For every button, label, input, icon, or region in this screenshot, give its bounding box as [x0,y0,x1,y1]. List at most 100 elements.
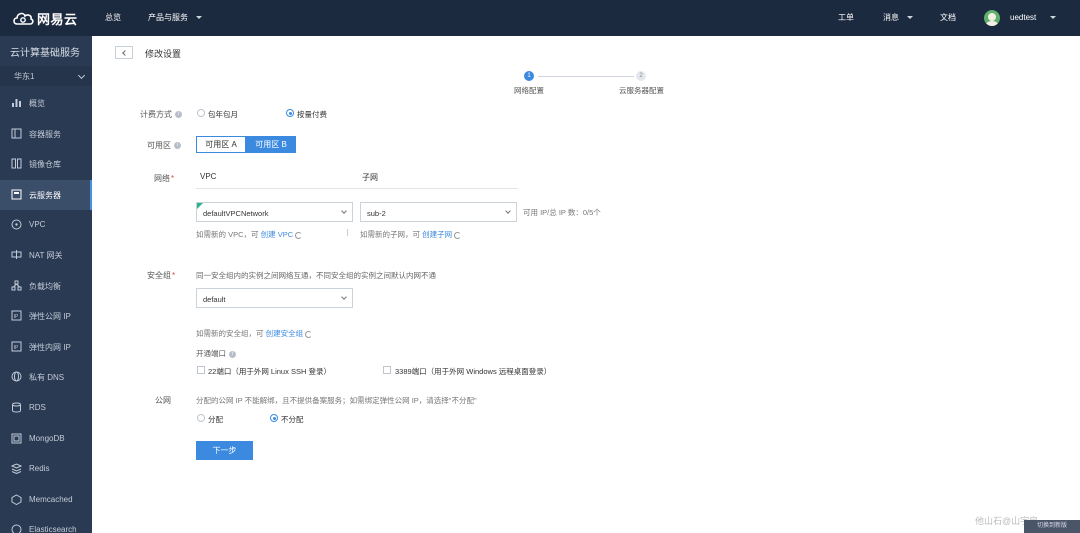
sidebar-item-nat[interactable]: NAT 网关 [0,240,92,270]
sidebar-title: 云计算基础服务 [10,48,80,59]
user-menu[interactable]: uedtest [1010,0,1057,36]
chevron-down-icon [907,16,913,20]
subnet-select-value: sub-2 [367,209,386,218]
sidebar-item-rds[interactable]: RDS [0,393,92,423]
sidebar-item-label: Memcached [29,495,73,504]
region-selector[interactable]: 华东1 [0,66,92,86]
user-avatar[interactable] [984,10,1000,26]
redis-icon [11,463,22,474]
top-navigation-bar: 网易云 总览 产品与服务 工单 消息 文档 uedtest [0,0,1080,36]
sidebar-item-elastic-private-ip[interactable]: IP 弹性内网 IP [0,332,92,362]
sidebar-item-container[interactable]: 容器服务 [0,119,92,149]
open-ports-label-text: 开通端口 [196,349,226,358]
sidebar-item-overview[interactable]: 概览 [0,88,92,118]
database-icon [12,402,21,413]
mongodb-icon [11,433,22,444]
next-step-button[interactable]: 下一步 [196,441,253,460]
nav-overview[interactable]: 总览 [105,0,121,36]
sidebar-item-elastic-public-ip[interactable]: IP 弹性公网 IP [0,301,92,331]
chevron-down-icon [505,208,511,214]
sidebar-item-private-dns[interactable]: 私有 DNS [0,362,92,392]
chevron-down-icon [196,16,202,20]
open-ports-label: 开通端口 i [196,348,236,359]
info-icon[interactable]: i [229,350,236,358]
step-2-label: 云服务器配置 [619,86,664,95]
port-22-checkbox[interactable] [197,366,205,374]
sidebar-item-elasticsearch[interactable]: Elasticsearch [0,515,92,533]
image-repo-icon [11,158,22,169]
billing-label: 计费方式 i [140,109,182,120]
sidebar-item-label: RDS [29,403,46,412]
switch-version-badge[interactable]: 切换到新版 [1024,520,1080,533]
refresh-icon[interactable] [305,330,313,338]
memcached-icon [11,494,22,505]
billing-monthly-radio[interactable] [197,109,205,117]
nav-ticket[interactable]: 工单 [838,0,854,36]
sidebar-item-load-balancer[interactable]: 负载均衡 [0,271,92,301]
info-icon[interactable]: i [174,142,181,150]
security-group-desc: 同一安全组内的实例之间网络互通，不同安全组的实例之间默认内网不通 [196,271,436,280]
username: uedtest [1010,13,1037,22]
server-icon [11,189,22,200]
nav-products-label: 产品与服务 [148,13,188,22]
port-22-label: 22端口（用于外网 Linux SSH 登录） [208,367,331,376]
nav-docs[interactable]: 文档 [940,0,956,36]
security-group-select[interactable]: default [196,288,353,308]
vpc-icon [11,219,22,230]
refresh-icon[interactable] [295,231,303,239]
sidebar-item-cloud-server[interactable]: 云服务器 [0,180,92,210]
port-3389-label: 3389端口（用于外网 Windows 远程桌面登录） [395,367,552,376]
sidebar-item-mongodb[interactable]: MongoDB [0,424,92,454]
subnet-select[interactable]: sub-2 [360,202,517,222]
sidebar-item-memcached[interactable]: Memcached [0,485,92,515]
create-subnet-link[interactable]: 创建子网 [422,230,452,239]
info-icon[interactable]: i [175,111,182,119]
public-ip-allocate-label: 分配 [208,415,223,424]
security-group-hint: 如需新的安全组，可 创建安全组 [196,328,313,339]
sidebar-item-label: Redis [29,464,50,473]
create-security-group-link[interactable]: 创建安全组 [266,329,304,338]
nav-products-services[interactable]: 产品与服务 [148,0,202,36]
subnet-hint: 如需新的子网，可 创建子网 [360,229,462,240]
public-ip-none-radio[interactable] [270,414,278,422]
billing-monthly-label: 包年包月 [208,110,238,119]
bar-chart-icon [12,99,21,107]
security-group-label: 安全组* [147,270,175,281]
public-ip-allocate-radio[interactable] [197,414,205,422]
create-vpc-link[interactable]: 创建 VPC [261,230,294,239]
netease-cloud-logo[interactable]: 网易云 [12,9,78,27]
cloud-logo-icon [13,12,34,25]
dns-icon [11,371,22,382]
sidebar-item-label: 云服务器 [29,191,61,200]
nav-messages[interactable]: 消息 [883,0,913,36]
zone-label: 可用区 i [147,140,181,151]
load-balancer-icon [11,280,22,291]
page-title: 修改设置 [145,49,182,59]
sidebar-item-label: 私有 DNS [29,373,65,382]
refresh-icon[interactable] [454,231,462,239]
zone-a-button[interactable]: 可用区 A [196,136,246,153]
vpc-select-value: defaultVPCNetwork [203,209,269,218]
sidebar-item-vpc[interactable]: VPC [0,210,92,240]
sidebar-item-image-repo[interactable]: 镜像仓库 [0,149,92,179]
vpc-hint-text: 如需新的 VPC，可 [196,230,259,239]
nav-messages-label: 消息 [883,13,899,22]
sidebar-item-label: 镜像仓库 [29,160,61,169]
sidebar-item-label: Elasticsearch [29,525,77,533]
network-label-text: 网络 [154,174,170,183]
svg-text:IP: IP [14,345,19,351]
security-group-label-text: 安全组 [147,271,171,280]
billing-pay-as-you-go-radio[interactable] [286,109,294,117]
chevron-down-icon [341,294,347,300]
back-button[interactable] [115,46,133,59]
zone-b-button[interactable]: 可用区 B [246,136,296,153]
main-content: 修改设置 1 2 网络配置 云服务器配置 计费方式 i 包年包月 按量付费 可用区… [92,36,1080,533]
ip-icon: IP [11,341,22,352]
port-3389-checkbox[interactable] [383,366,391,374]
vpc-select[interactable]: defaultVPCNetwork [196,202,353,222]
sidebar-item-redis[interactable]: Redis [0,454,92,484]
search-icon [11,524,22,533]
logo-text: 网易云 [37,11,78,27]
sidebar-item-label: MongoDB [29,434,65,443]
sidebar-item-label: 弹性内网 IP [29,343,71,352]
